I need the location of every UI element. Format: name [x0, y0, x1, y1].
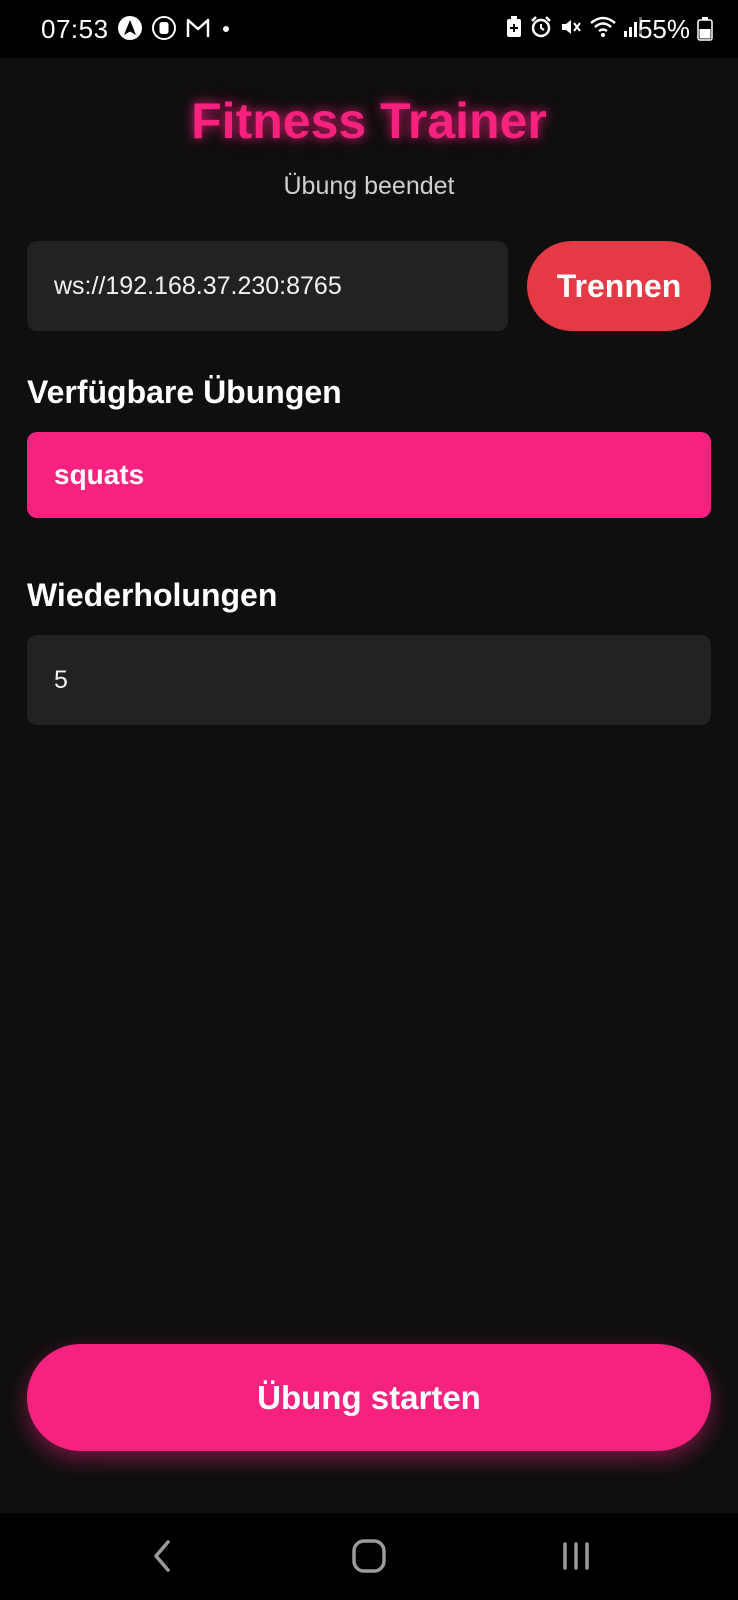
status-bar: 07:53 55% — [0, 0, 738, 58]
home-icon — [351, 1538, 387, 1574]
start-exercise-button[interactable]: Übung starten — [27, 1344, 711, 1451]
vibrate-mute-icon — [559, 15, 583, 39]
server-url-input[interactable] — [27, 241, 508, 331]
recent-apps-icon — [560, 1540, 592, 1572]
repetitions-input[interactable] — [27, 635, 711, 725]
back-button[interactable] — [132, 1531, 192, 1581]
gmail-icon — [185, 17, 211, 39]
exercise-option-label: squats — [54, 459, 145, 490]
recent-apps-button[interactable] — [546, 1531, 606, 1581]
available-exercises-label: Verfügbare Übungen — [27, 374, 342, 410]
more-notifications-dot-icon — [219, 15, 233, 41]
repetitions-label: Wiederholungen — [27, 577, 278, 613]
battery-saver-icon — [505, 15, 523, 39]
status-time: 07:53 — [41, 14, 109, 44]
app-title: Fitness Trainer — [191, 93, 547, 149]
home-button[interactable] — [339, 1531, 399, 1581]
status-left-icons — [117, 15, 233, 41]
battery-icon — [697, 17, 713, 41]
battery-percent: 55% — [637, 14, 690, 44]
wifi-icon — [589, 15, 617, 39]
exercise-option-squats[interactable]: squats — [27, 432, 711, 518]
exercise-status-text: Übung beendet — [283, 172, 455, 200]
alarm-icon — [529, 15, 553, 39]
disconnect-button[interactable]: Trennen — [527, 241, 711, 331]
system-navigation-bar — [0, 1513, 738, 1600]
back-icon — [150, 1539, 174, 1573]
notification-app-icon — [151, 15, 177, 41]
app-screen: 07:53 55% Fitness Trainer Übung beendet … — [0, 0, 738, 1600]
status-right-icons — [505, 15, 643, 39]
navigation-app-icon — [117, 15, 143, 41]
